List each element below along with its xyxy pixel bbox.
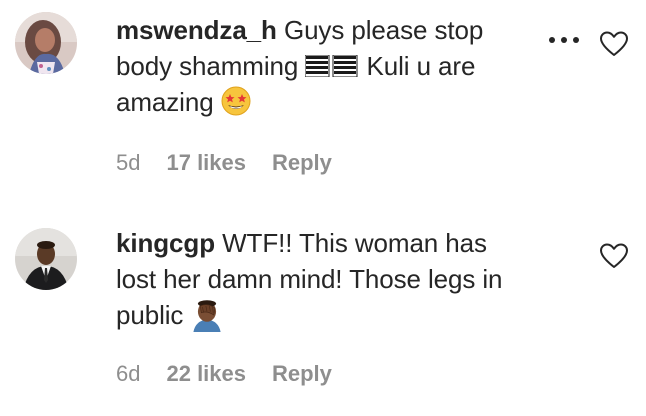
avatar[interactable] [15,12,77,74]
comment-body-line2: lost her damn mind! Those legs in [116,264,503,294]
comment-body-line3: amazing [116,87,214,117]
comment-body-line1: WTF!! This woman has [222,228,487,258]
more-options-icon[interactable] [546,30,582,50]
comment-age[interactable]: 5d [116,150,140,176]
face-palm-emoji [193,300,222,332]
heart-outline-icon[interactable] [599,30,629,58]
comment-age[interactable]: 6d [116,361,140,387]
comment-body-line2b: Kuli u are [366,51,476,81]
reply-button[interactable]: Reply [272,150,332,176]
comment-item: kingcgp WTF!! This woman has lost her da… [0,210,646,410]
avatar-image [15,12,77,74]
comment-body-line3: public [116,300,184,330]
comment-body-line2a: body shamming [116,51,299,81]
comment-body-line1: Guys please stop [283,15,484,45]
heart-outline-icon[interactable] [599,242,629,270]
avatar[interactable] [15,228,77,290]
avatar-image [15,228,77,290]
comment-text: kingcgp WTF!! This woman has lost her da… [116,225,546,333]
reply-button[interactable]: Reply [272,361,332,387]
comment-username[interactable]: kingcgp [116,228,215,258]
black-bars-emoji [305,55,358,77]
comment-text: mswendza_h Guys please stop body shammin… [116,12,546,120]
comment-likes[interactable]: 17 likes [166,150,246,176]
star-struck-emoji [221,86,251,116]
comment-item: mswendza_h Guys please stop body shammin… [0,0,646,200]
comment-likes[interactable]: 22 likes [166,361,246,387]
comment-meta: 6d 22 likes Reply [116,361,332,387]
comment-username[interactable]: mswendza_h [116,15,277,45]
comment-meta: 5d 17 likes Reply [116,150,332,176]
